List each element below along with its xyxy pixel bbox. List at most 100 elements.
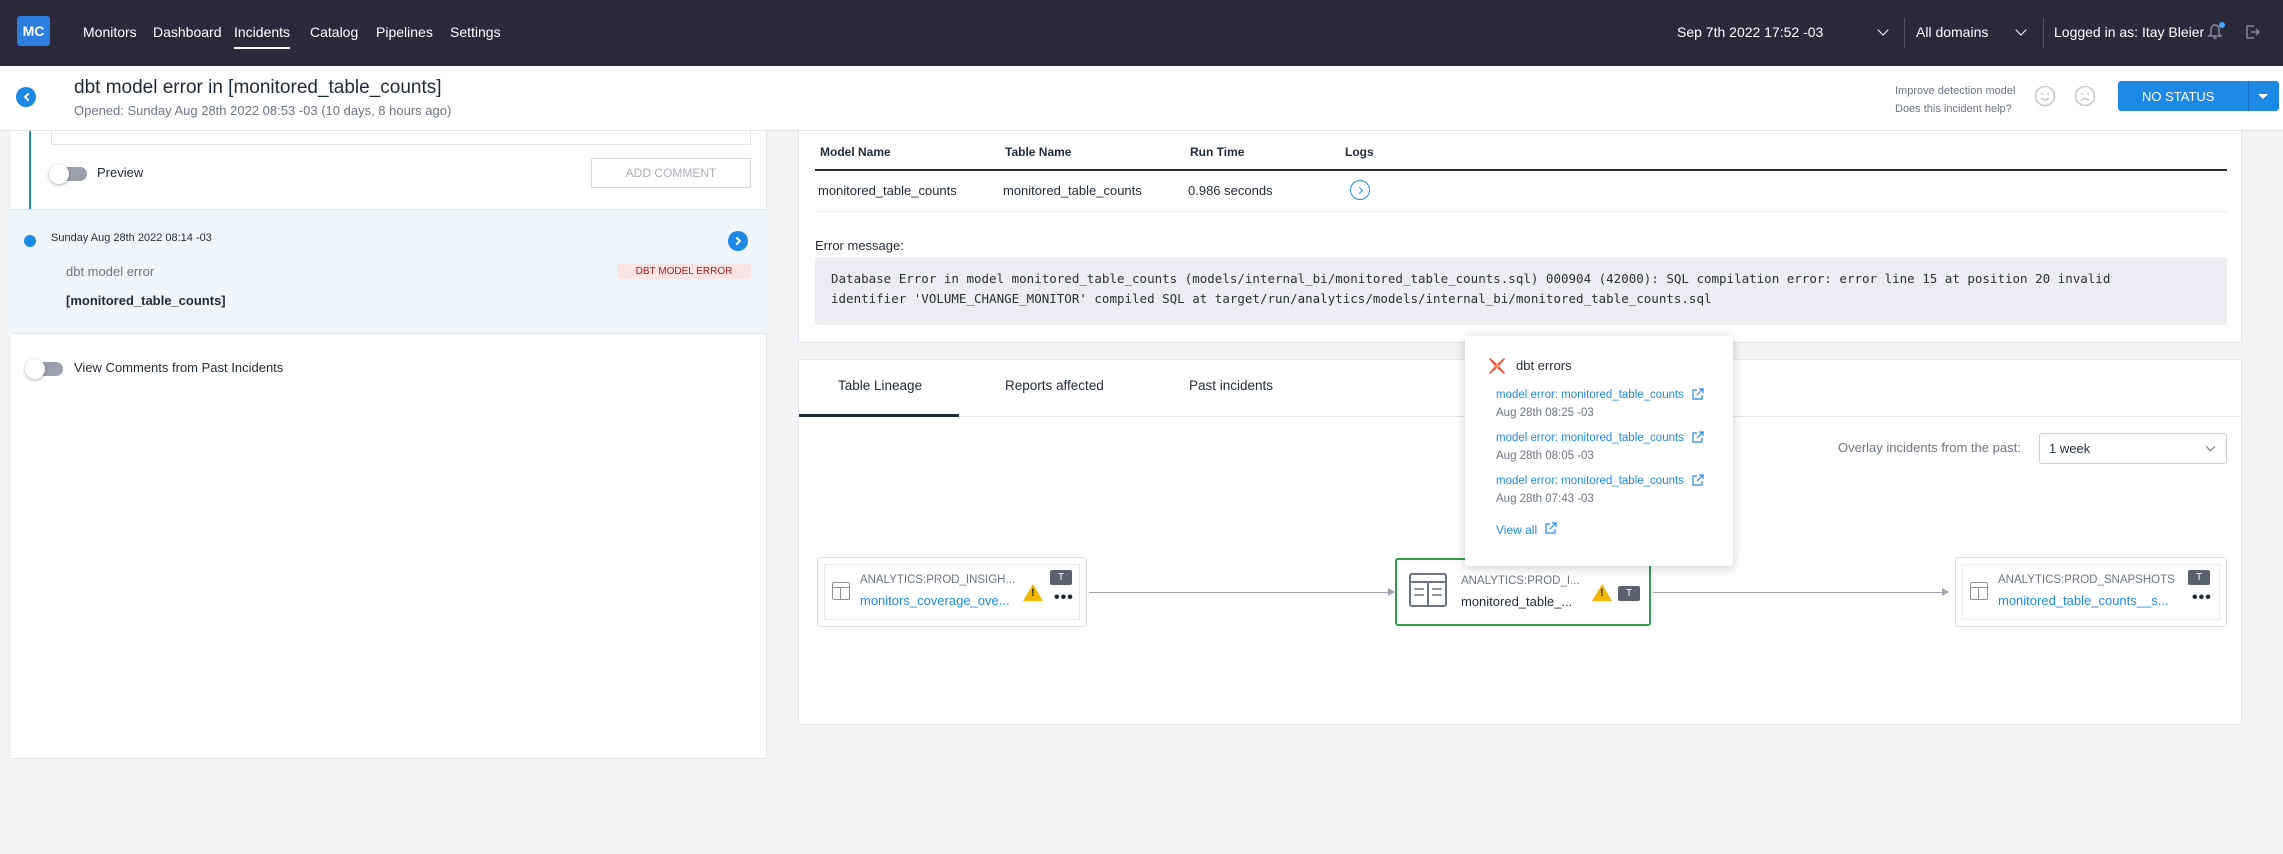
external-link-icon[interactable] <box>1691 431 1704 444</box>
error-message-label: Error message: <box>815 238 904 253</box>
error-message-line-1: Database Error in model monitored_table_… <box>831 271 2111 286</box>
nav-monitors[interactable]: Monitors <box>83 24 137 40</box>
active-tab-indicator <box>799 414 959 417</box>
incident-header: dbt model error in [monitored_table_coun… <box>0 66 2283 131</box>
event-expand-button[interactable] <box>728 231 748 251</box>
logout-icon[interactable] <box>2245 24 2261 40</box>
nav-dashboard[interactable]: Dashboard <box>153 24 222 40</box>
dbt-error-link[interactable]: model error: monitored_table_counts <box>1496 475 1684 487</box>
table-type-badge: T <box>2188 570 2210 585</box>
preview-toggle[interactable] <box>49 164 87 184</box>
toggle-knob <box>49 164 69 184</box>
table-header-divider <box>815 169 2227 171</box>
node-menu-icon[interactable]: ••• <box>2192 589 2212 607</box>
lineage-node-upstream[interactable]: ANALYTICS:PROD_INSIGH... monitors_covera… <box>817 557 1087 627</box>
lineage-node-selected[interactable]: ANALYTICS:PROD_I... monitored_table_... … <box>1395 558 1651 626</box>
event-date: Sunday Aug 28th 2022 08:14 -03 <box>51 232 212 244</box>
external-link-icon[interactable] <box>1544 522 1557 535</box>
table-type-badge: T <box>1618 586 1640 601</box>
notification-dot <box>2219 22 2225 28</box>
dbt-error-link[interactable]: model error: monitored_table_counts <box>1496 432 1684 444</box>
nav-pipelines[interactable]: Pipelines <box>376 24 433 40</box>
tab-past-incidents[interactable]: Past incidents <box>1189 378 1273 393</box>
status-dropdown-button[interactable]: NO STATUS <box>2118 81 2279 111</box>
datetime-chevron-down-icon[interactable] <box>1877 24 1889 36</box>
overlay-period-value: 1 week <box>2049 441 2091 456</box>
node-table-link[interactable]: monitored_table_counts__s... <box>1998 593 2169 608</box>
node-database: ANALYTICS:PROD_INSIGH... <box>860 574 1016 586</box>
top-navigation: MC Monitors Dashboard Incidents Catalog … <box>0 0 2283 66</box>
node-database: ANALYTICS:PROD_SNAPSHOTS <box>1998 574 2175 586</box>
cell-model-name: monitored_table_counts <box>818 183 957 198</box>
col-model-name: Model Name <box>820 145 891 159</box>
col-logs: Logs <box>1345 145 1374 159</box>
node-inner <box>1962 564 2220 620</box>
dbt-error-link[interactable]: model error: monitored_table_counts <box>1496 389 1684 401</box>
back-button[interactable] <box>16 87 36 107</box>
lineage-node-downstream[interactable]: ANALYTICS:PROD_SNAPSHOTS monitored_table… <box>1955 557 2227 627</box>
view-logs-button[interactable] <box>1350 180 1370 200</box>
overlay-period-select[interactable]: 1 week <box>2039 433 2227 464</box>
lineage-edge <box>1089 592 1391 593</box>
error-details-card: Model Name Table Name Run Time Logs moni… <box>798 131 2242 343</box>
chevron-down-icon <box>2205 441 2216 452</box>
node-table-name[interactable]: monitored_table_... <box>1461 594 1572 609</box>
node-menu-icon[interactable]: ••• <box>1054 589 1074 607</box>
chevron-left-icon <box>23 92 32 102</box>
cell-table-name: monitored_table_counts <box>1003 183 1142 198</box>
toggle-knob <box>25 359 45 379</box>
sad-face-icon[interactable] <box>2074 85 2096 107</box>
timeline-event[interactable]: Sunday Aug 28th 2022 08:14 -03 dbt model… <box>11 209 767 334</box>
add-comment-button[interactable]: ADD COMMENT <box>591 158 751 188</box>
nav-divider <box>1904 18 1905 48</box>
happy-face-icon[interactable] <box>2034 85 2056 107</box>
external-link-icon[interactable] <box>1691 388 1704 401</box>
tab-table-lineage[interactable]: Table Lineage <box>838 378 922 393</box>
error-message-line-2: identifier 'VOLUME_CHANGE_MONITOR' compi… <box>831 291 1712 306</box>
table-type-badge: T <box>1050 570 1072 585</box>
status-label: NO STATUS <box>2142 89 2215 104</box>
improve-line-1: Improve detection model <box>1895 85 2016 97</box>
warning-icon <box>1023 584 1043 601</box>
chevron-right-icon <box>732 236 741 246</box>
status-divider <box>2248 81 2249 111</box>
table-icon <box>1970 582 1988 600</box>
row-divider <box>815 211 2227 212</box>
overlay-incidents-label: Overlay incidents from the past: <box>1838 440 2021 455</box>
improve-line-2: Does this incident help? <box>1895 103 2012 115</box>
event-table-name: [monitored_table_counts] <box>66 293 226 308</box>
caret-down-icon[interactable] <box>2258 94 2268 99</box>
dbt-error-date: Aug 28th 08:25 -03 <box>1496 407 1594 419</box>
nav-incidents[interactable]: Incidents <box>234 24 291 49</box>
past-comments-toggle[interactable] <box>25 359 63 379</box>
arrow-right-icon <box>1388 588 1395 596</box>
comment-input[interactable] <box>51 131 751 145</box>
popover-title: dbt errors <box>1516 358 1572 373</box>
event-type-badge: DBT MODEL ERROR <box>617 264 751 279</box>
domain-selector[interactable]: All domains <box>1916 24 1988 40</box>
chevron-right-icon <box>1355 186 1363 194</box>
improve-detection-text: Improve detection model Does this incide… <box>1895 82 2015 118</box>
view-all-link[interactable]: View all <box>1496 523 1537 537</box>
error-message-code: Database Error in model monitored_table_… <box>815 257 2227 325</box>
datetime-value: Sep 7th 2022 17:52 -03 <box>1677 24 1824 40</box>
app-logo[interactable]: MC <box>17 16 50 46</box>
past-comments-label: View Comments from Past Incidents <box>74 360 284 375</box>
col-run-time: Run Time <box>1190 145 1245 159</box>
nav-settings[interactable]: Settings <box>450 24 501 40</box>
node-table-link[interactable]: monitors_coverage_ove... <box>860 593 1010 608</box>
external-link-icon[interactable] <box>1691 474 1704 487</box>
incident-title: dbt model error in [monitored_table_coun… <box>74 77 442 98</box>
event-type: dbt model error <box>66 264 155 279</box>
preview-label: Preview <box>97 165 144 180</box>
dbt-error-date: Aug 28th 07:43 -03 <box>1496 493 1594 505</box>
nav-divider <box>2043 18 2044 48</box>
dbt-error-date: Aug 28th 08:05 -03 <box>1496 450 1594 462</box>
datetime-picker[interactable]: Sep 7th 2022 17:52 -03 <box>1677 24 1823 40</box>
lineage-edge <box>1653 592 1945 593</box>
arrow-right-icon <box>1942 588 1949 596</box>
table-large-icon <box>1409 573 1447 607</box>
nav-catalog[interactable]: Catalog <box>310 24 358 40</box>
tab-reports-affected[interactable]: Reports affected <box>1005 378 1104 393</box>
domain-chevron-down-icon[interactable] <box>2015 24 2027 36</box>
